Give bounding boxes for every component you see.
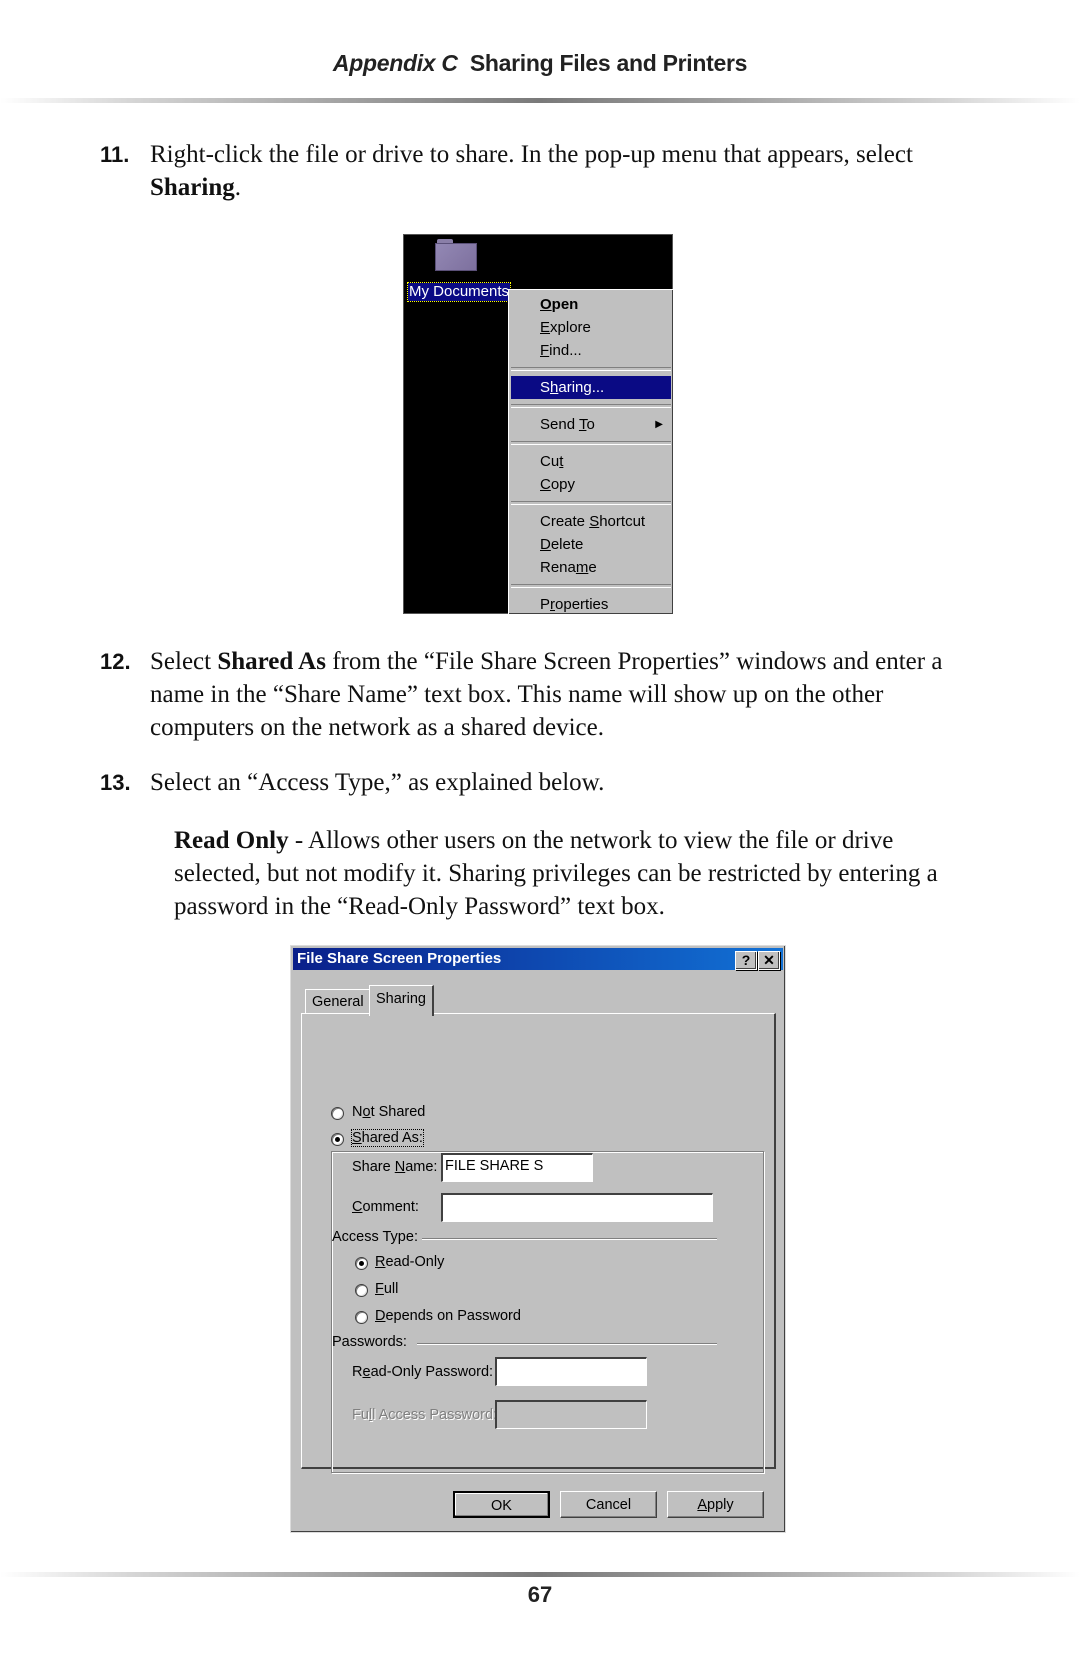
passwords-label: Passwords: [332, 1334, 407, 1350]
dialog-title: File Share Screen Properties [297, 950, 502, 967]
not-shared-label[interactable]: Not Shared [352, 1104, 425, 1120]
read-only-note: Read Only - Allows other users on the ne… [174, 827, 938, 920]
menu-separator [511, 584, 671, 588]
close-button[interactable]: ✕ [758, 951, 780, 970]
shared-as-label[interactable]: Shared As: [351, 1129, 424, 1147]
menu-item-create-shortcut[interactable]: Create Shortcut [511, 510, 671, 533]
shared-as-radio[interactable] [331, 1133, 344, 1146]
step-text: Right-click the file or drive to share. … [150, 141, 913, 201]
menu-item-explore[interactable]: Explore [511, 316, 671, 339]
submenu-arrow-icon: ▶ [655, 419, 663, 430]
running-header: Appendix C Sharing Files and Printers [0, 50, 1080, 77]
context-menu-screenshot: My Documents Open Explore Find... Sharin… [403, 234, 673, 614]
passwords-divider [417, 1343, 717, 1345]
help-button[interactable]: ? [735, 951, 757, 970]
menu-item-find[interactable]: Find... [511, 339, 671, 362]
menu-item-send-to[interactable]: Send To ▶ [511, 413, 671, 436]
cancel-button[interactable]: Cancel [560, 1491, 657, 1518]
access-type-divider [422, 1238, 717, 1240]
menu-separator [511, 501, 671, 505]
tab-general[interactable]: General [305, 989, 371, 1014]
share-name-label: Share Name: [352, 1159, 438, 1175]
menu-separator [511, 404, 671, 408]
ok-button[interactable]: OK [453, 1491, 550, 1518]
folder-icon[interactable] [435, 239, 477, 271]
apply-button[interactable]: Apply [667, 1491, 764, 1518]
dialog-titlebar: File Share Screen Properties ? ✕ [293, 948, 783, 970]
read-only-password-input[interactable] [495, 1357, 647, 1386]
step-text: Select Shared As from the “File Share Sc… [150, 648, 943, 741]
menu-item-sharing[interactable]: Sharing... [511, 376, 671, 399]
comment-label: Comment: [352, 1199, 419, 1215]
header-rule [0, 98, 1080, 103]
depends-on-password-label[interactable]: Depends on Password [375, 1308, 521, 1324]
page-number: 67 [527, 1582, 553, 1607]
step-11: 11. Right-click the file or drive to sha… [100, 138, 980, 204]
menu-item-rename[interactable]: Rename [511, 556, 671, 579]
comment-input[interactable] [441, 1193, 713, 1222]
share-name-input[interactable]: FILE SHARE S [441, 1153, 593, 1182]
chapter-title: Sharing Files and Printers [469, 50, 748, 76]
menu-item-open[interactable]: Open [511, 293, 671, 316]
context-menu: Open Explore Find... Sharing... Send To ▶… [508, 289, 673, 614]
full-label[interactable]: Full [375, 1281, 398, 1297]
step-number: 12. [100, 649, 131, 674]
appendix-label: Appendix C [332, 50, 458, 76]
menu-item-copy[interactable]: Copy [511, 473, 671, 496]
step-number: 13. [100, 770, 131, 795]
full-access-password-input[interactable] [495, 1400, 647, 1429]
depends-on-password-radio[interactable] [355, 1311, 368, 1324]
menu-item-properties[interactable]: Properties [511, 593, 671, 616]
menu-separator [511, 441, 671, 445]
file-share-properties-dialog: File Share Screen Properties ? ✕ General… [290, 945, 786, 1533]
access-type-label: Access Type: [332, 1229, 418, 1245]
step-number: 11. [100, 142, 130, 167]
menu-item-delete[interactable]: Delete [511, 533, 671, 556]
desktop-icon-label[interactable]: My Documents [406, 282, 512, 302]
footer-rule [0, 1572, 1080, 1577]
step-12: 12. Select Shared As from the “File Shar… [100, 645, 980, 744]
sharing-tab-panel: Not Shared Shared As: Share Name: FILE S… [301, 1013, 776, 1473]
step-text: Select an “Access Type,” as explained be… [150, 769, 605, 796]
tab-sharing[interactable]: Sharing [369, 985, 434, 1016]
menu-item-cut[interactable]: Cut [511, 450, 671, 473]
not-shared-radio[interactable] [331, 1107, 344, 1120]
read-only-password-label: Read-Only Password: [352, 1364, 494, 1380]
read-only-label[interactable]: Read-Only [375, 1254, 444, 1270]
step-13: 13. Select an “Access Type,” as explaine… [100, 766, 980, 799]
full-radio[interactable] [355, 1284, 368, 1297]
full-access-password-label: Full Access Password: [352, 1407, 498, 1423]
read-only-radio[interactable] [355, 1257, 368, 1270]
menu-separator [511, 367, 671, 371]
